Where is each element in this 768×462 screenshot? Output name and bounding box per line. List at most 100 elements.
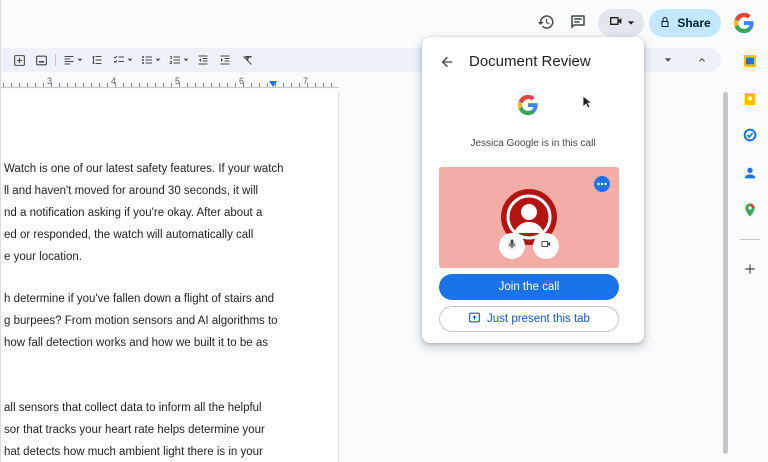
ruler-baseline — [1, 87, 339, 88]
text-line: ed or responded, the watch will automati… — [4, 229, 254, 241]
text-line: Watch is one of our latest safety featur… — [4, 163, 284, 175]
indent-marker[interactable] — [269, 81, 277, 87]
toolbar-divider — [55, 54, 56, 66]
docs-window: Share 3 4 5 6 7 Watch is one of our late… — [0, 0, 768, 462]
text-line: h determine if you've fallen down a flig… — [4, 293, 275, 305]
microphone-icon — [506, 237, 518, 255]
popup-title: Document Review — [469, 53, 591, 70]
ruler-tick — [43, 83, 44, 87]
paragraph: all sensors that collect data to inform … — [4, 397, 265, 462]
video-call-icon — [608, 13, 624, 34]
scrollbar-thumb[interactable] — [723, 92, 728, 454]
ruler-tick — [91, 83, 92, 87]
ruler-tick — [11, 83, 12, 87]
ruler-number: 6 — [239, 76, 245, 86]
ruler-tick — [147, 83, 148, 87]
join-call-label: Join the call — [498, 281, 560, 293]
bullet-list-icon[interactable] — [141, 53, 161, 67]
present-to-all-icon — [468, 311, 481, 327]
ruler-tick — [139, 83, 140, 87]
ruler-number: 3 — [47, 76, 53, 86]
side-panel — [732, 40, 768, 462]
ruler-tick — [331, 83, 332, 87]
ruler-tick — [315, 83, 316, 87]
decrease-indent-icon[interactable] — [197, 53, 209, 67]
ruler-tick — [123, 83, 124, 87]
increase-indent-icon[interactable] — [219, 53, 231, 67]
ruler-number: 7 — [303, 76, 309, 86]
ruler: 3 4 5 6 7 — [1, 76, 339, 90]
ruler-tick — [291, 83, 292, 87]
ruler-tick — [227, 83, 228, 87]
present-tab-label: Just present this tab — [487, 313, 590, 325]
text-line: nd a notification asking if you're okay.… — [4, 207, 263, 219]
join-call-button[interactable]: Join the call — [439, 274, 619, 300]
ruler-tick — [187, 83, 188, 87]
text-line: all sensors that collect data to inform … — [4, 402, 262, 414]
ruler-tick — [3, 83, 4, 87]
maps-icon[interactable] — [741, 201, 759, 219]
ruler-tick — [75, 83, 76, 87]
keep-icon[interactable] — [741, 90, 759, 108]
ruler-tick — [35, 83, 36, 87]
share-button[interactable]: Share — [649, 9, 721, 37]
ruler-tick — [251, 83, 252, 87]
ruler-tick — [323, 83, 324, 87]
ruler-tick — [163, 83, 164, 87]
meet-call-popup: Document Review Jessica Google is in thi… — [422, 37, 644, 343]
ruler-tick — [203, 83, 204, 87]
numbered-list-icon[interactable] — [169, 53, 189, 67]
chevron-down-icon — [627, 14, 635, 32]
present-tab-button[interactable]: Just present this tab — [439, 306, 619, 332]
chevron-up-icon[interactable] — [697, 53, 707, 67]
history-icon[interactable] — [535, 11, 557, 33]
clear-formatting-icon[interactable] — [242, 53, 254, 67]
chevron-down-icon[interactable] — [664, 53, 672, 67]
paragraph: Watch is one of our latest safety featur… — [4, 158, 284, 268]
back-arrow-icon[interactable] — [438, 53, 456, 71]
video-call-button[interactable] — [598, 9, 644, 37]
ruler-tick — [171, 83, 172, 87]
comment-icon[interactable] — [567, 11, 589, 33]
contacts-icon[interactable] — [741, 164, 759, 182]
call-status-text: Jessica Google is in this call — [470, 138, 596, 149]
insert-link-icon[interactable] — [13, 53, 26, 67]
checklist-icon[interactable] — [113, 53, 133, 67]
call-preview — [439, 167, 619, 268]
ruler-tick — [235, 83, 236, 87]
text-line: g burpees? From motion sensors and AI al… — [4, 315, 278, 327]
line-spacing-icon[interactable] — [91, 53, 103, 67]
mouse-cursor-icon — [582, 95, 594, 109]
tasks-icon[interactable] — [741, 126, 759, 144]
document-page[interactable]: Watch is one of our latest safety featur… — [1, 92, 339, 462]
ruler-tick — [27, 83, 28, 87]
text-line: e your location. — [4, 251, 82, 263]
ruler-tick — [299, 83, 300, 87]
video-camera-icon — [540, 237, 552, 255]
top-bar: Share — [1, 0, 768, 46]
text-line: how fall detection works and how we buil… — [4, 337, 269, 349]
more-options-button[interactable] — [594, 176, 610, 192]
paragraph: h determine if you've fallen down a flig… — [4, 288, 278, 354]
ruler-tick — [59, 83, 60, 87]
ruler-tick — [99, 83, 100, 87]
insert-image-icon[interactable] — [35, 53, 48, 67]
ruler-tick — [67, 83, 68, 87]
ruler-number: 4 — [111, 76, 117, 86]
ruler-tick — [211, 83, 212, 87]
camera-button[interactable] — [533, 233, 559, 259]
lock-icon — [659, 16, 671, 31]
ruler-tick — [107, 83, 108, 87]
google-logo[interactable] — [733, 12, 755, 34]
sheets-icon[interactable] — [741, 52, 759, 70]
microphone-button[interactable] — [499, 233, 525, 259]
add-icon[interactable] — [741, 260, 759, 278]
side-panel-divider — [740, 239, 760, 240]
ruler-tick — [83, 83, 84, 87]
google-logo — [517, 94, 539, 116]
ruler-tick — [283, 83, 284, 87]
share-button-label: Share — [677, 16, 711, 30]
align-icon[interactable] — [63, 53, 83, 67]
text-line: hat detects how much ambient light there… — [4, 446, 263, 458]
ruler-tick — [155, 83, 156, 87]
